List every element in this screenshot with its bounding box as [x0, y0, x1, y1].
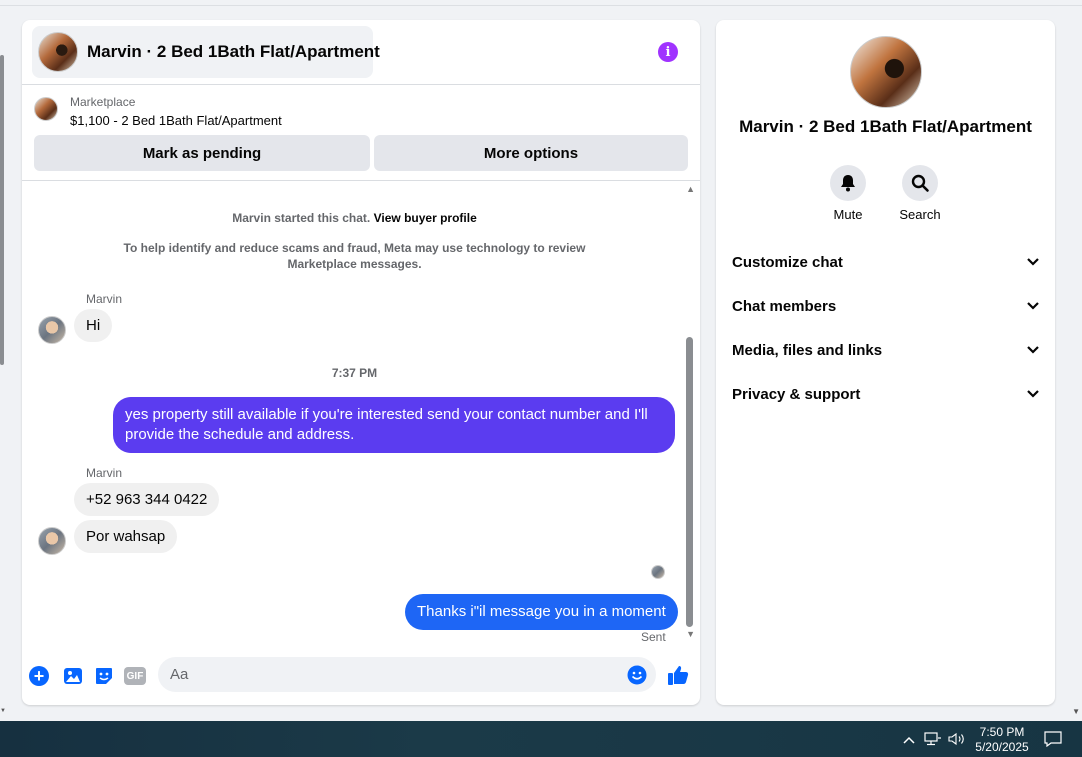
chevron-up-icon[interactable]	[902, 735, 916, 745]
messages-scroll-up-arrow[interactable]: ▲	[686, 184, 695, 194]
chevron-down-icon	[1027, 390, 1039, 398]
section-media-files-links[interactable]: Media, files and links	[732, 336, 1040, 364]
sender-avatar[interactable]	[38, 527, 66, 555]
network-icon[interactable]	[924, 732, 942, 746]
taskbar: 7:50 PM 5/20/2025	[0, 721, 1082, 757]
mute-label: Mute	[833, 207, 863, 222]
sticker-icon[interactable]	[93, 665, 115, 687]
window-scroll-down-arrow[interactable]: ▼	[1072, 707, 1080, 716]
photo-icon[interactable]	[62, 665, 84, 687]
clock-time: 7:50 PM	[979, 725, 1025, 739]
search-icon	[911, 174, 929, 192]
incoming-message[interactable]: Hi	[74, 309, 113, 342]
gif-icon[interactable]: GIF	[124, 667, 146, 685]
mark-as-pending-button[interactable]: Mark as pending	[34, 135, 370, 171]
page-scroll-down-arrow[interactable]: ▼	[0, 708, 6, 714]
read-receipt-avatar	[651, 565, 665, 579]
volume-icon[interactable]	[948, 732, 966, 746]
message-timestamp: 7:37 PM	[331, 366, 378, 380]
bell-icon	[841, 175, 855, 192]
clock-date: 5/20/2025	[975, 740, 1029, 754]
details-title: Marvin · 2 Bed 1Bath Flat/Apartment	[739, 117, 1032, 136]
scam-notice: To help identify and reduce scams and fr…	[123, 241, 586, 271]
clock[interactable]: 7:50 PM 5/20/2025	[972, 725, 1032, 755]
chat-header: Marvin · 2 Bed 1Bath Flat/Apartment i	[22, 20, 700, 85]
chat-started-notice: Marvin started this chat. View buyer pro…	[232, 211, 477, 225]
chevron-down-icon	[1027, 302, 1039, 310]
listing-price-title[interactable]: $1,100 - 2 Bed 1Bath Flat/Apartment	[70, 113, 282, 128]
search-button[interactable]: Search	[890, 165, 950, 222]
incoming-message[interactable]: Por wahsap	[74, 520, 178, 553]
plus-icon[interactable]: +	[29, 666, 49, 686]
sender-name: Marvin	[86, 292, 123, 306]
more-options-button[interactable]: More options	[374, 135, 688, 171]
page-scrollbar[interactable]	[0, 55, 4, 365]
outgoing-message[interactable]: Thanks i"il message you in a moment	[405, 594, 678, 630]
listing-avatar	[38, 32, 78, 72]
view-buyer-profile-link[interactable]: View buyer profile	[374, 211, 477, 225]
listing-source: Marketplace	[70, 95, 136, 109]
chat-title: Marvin · 2 Bed 1Bath Flat/Apartment	[87, 42, 380, 61]
section-chat-members[interactable]: Chat members	[732, 292, 1040, 320]
section-customize-chat[interactable]: Customize chat	[732, 248, 1040, 276]
incoming-message[interactable]: +52 963 344 0422	[74, 483, 220, 516]
emoji-icon[interactable]	[627, 665, 647, 685]
chat-panel: Marvin · 2 Bed 1Bath Flat/Apartment i Ma…	[22, 20, 700, 705]
chevron-down-icon	[1027, 258, 1039, 266]
message-input[interactable]	[158, 657, 656, 692]
messages-scrollbar[interactable]	[686, 337, 693, 627]
chat-details-panel: Marvin · 2 Bed 1Bath Flat/Apartment Mute…	[716, 20, 1055, 705]
mute-button[interactable]: Mute	[818, 165, 878, 222]
outgoing-message[interactable]: yes property still available if you're i…	[113, 397, 675, 453]
chevron-down-icon	[1027, 346, 1039, 354]
notification-icon[interactable]	[1044, 731, 1062, 747]
section-privacy-support[interactable]: Privacy & support	[732, 380, 1040, 408]
listing-bar: Marketplace $1,100 - 2 Bed 1Bath Flat/Ap…	[22, 86, 700, 181]
chat-header-title-button[interactable]: Marvin · 2 Bed 1Bath Flat/Apartment	[32, 26, 380, 78]
message-status: Sent	[641, 630, 666, 644]
top-bar	[0, 0, 1082, 6]
sender-avatar[interactable]	[38, 316, 66, 344]
listing-avatar-large[interactable]	[850, 36, 922, 108]
info-icon[interactable]: i	[658, 42, 678, 62]
search-label: Search	[899, 207, 941, 222]
sender-name: Marvin	[86, 466, 123, 480]
message-composer: + GIF	[22, 652, 700, 705]
thumbs-up-icon[interactable]	[666, 663, 690, 687]
messages-scroll-down-arrow[interactable]: ▼	[686, 629, 695, 639]
listing-thumbnail[interactable]	[34, 97, 58, 121]
